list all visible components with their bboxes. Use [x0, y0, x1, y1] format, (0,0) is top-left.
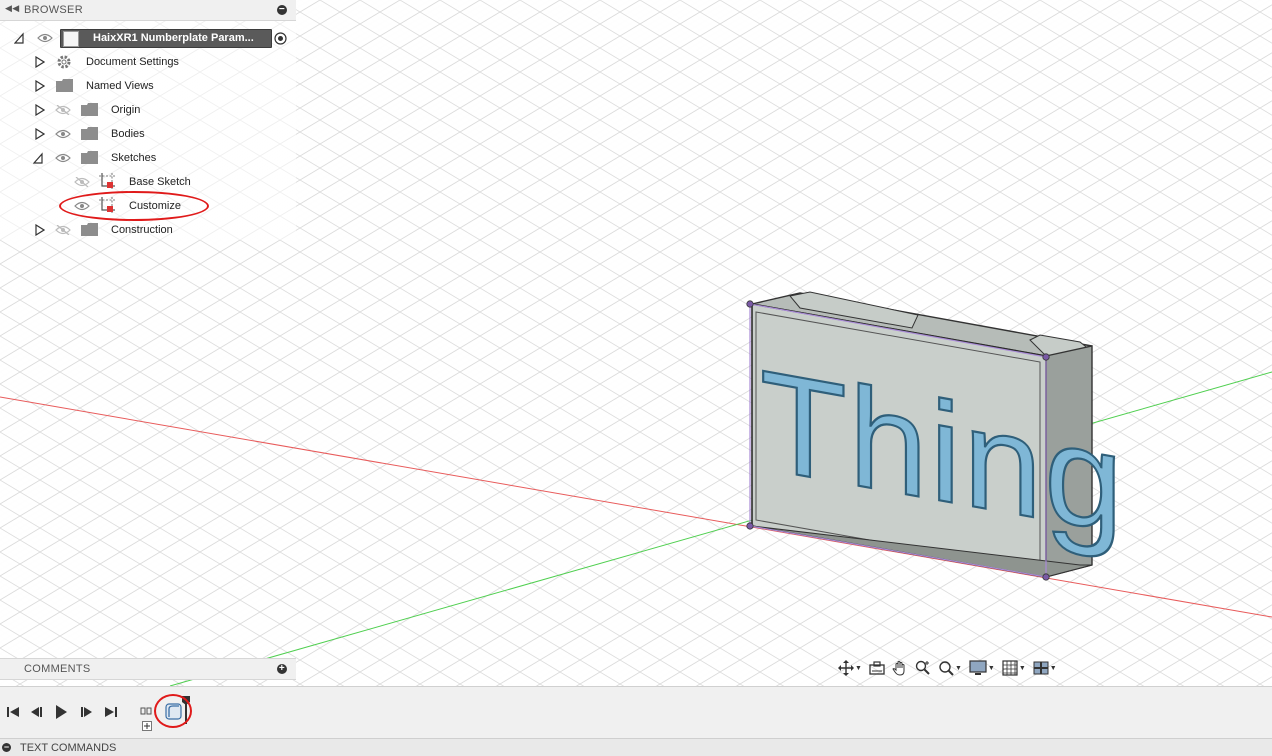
expanded-triangle-icon[interactable] [33, 152, 43, 164]
timeline-bar [0, 686, 1272, 739]
tree-item-sketches[interactable]: Sketches [111, 147, 156, 169]
collapse-icon[interactable]: ◀◀ [5, 3, 19, 14]
add-comment-icon[interactable]: + [277, 664, 287, 674]
tree-item-base-sketch[interactable]: Base Sketch [129, 171, 191, 193]
navigation-bar: ▼ ▼ ▼ ▼ ▼ [836, 656, 1076, 680]
go-to-start-icon[interactable] [5, 704, 21, 720]
folder-icon [81, 223, 98, 236]
tree-item-label: Bodies [111, 128, 145, 140]
highlight-ring [154, 694, 192, 728]
comments-title: COMMENTS [24, 663, 91, 675]
root-component-label: HaixXR1 Numberplate Param... [93, 32, 254, 44]
tree-item-bodies[interactable]: Bodies [111, 123, 145, 145]
root-component-row[interactable]: HaixXR1 Numberplate Param... [60, 29, 272, 48]
tree-item-label: Construction [111, 224, 173, 236]
text-commands-bar: − TEXT COMMANDS [0, 738, 1272, 756]
expanded-triangle-icon[interactable] [14, 32, 24, 44]
browser-header: ◀◀ BROWSER − [0, 0, 296, 21]
group-icon [140, 707, 152, 715]
eye-icon[interactable] [37, 33, 53, 43]
tree-item-label: Origin [111, 104, 141, 116]
collapsed-triangle-icon[interactable] [35, 104, 45, 116]
tree-item-origin[interactable]: Origin [111, 99, 140, 121]
display-settings-icon[interactable]: ▼ [967, 657, 997, 679]
folder-icon [81, 127, 98, 140]
go-to-end-icon[interactable] [103, 704, 119, 720]
minimize-icon[interactable]: − [277, 5, 287, 15]
minimize-icon[interactable]: − [2, 743, 11, 752]
grid-icon[interactable]: ▼ [1000, 657, 1028, 679]
step-forward-icon[interactable] [78, 704, 94, 720]
sketch-icon [99, 173, 115, 189]
folder-icon [56, 79, 73, 92]
tree-item-label: Base Sketch [129, 176, 191, 188]
eye-hidden-icon[interactable] [55, 225, 71, 235]
tree-item-label: Document Settings [86, 56, 179, 68]
tree-item-named-views[interactable]: Named Views [86, 75, 154, 97]
collapsed-triangle-icon[interactable] [35, 128, 45, 140]
play-icon[interactable] [53, 704, 69, 720]
eye-hidden-icon[interactable] [74, 177, 90, 187]
comments-panel: COMMENTS + [0, 658, 296, 680]
collapsed-triangle-icon[interactable] [35, 56, 45, 68]
tree-item-document-settings[interactable]: Document Settings [86, 51, 179, 73]
expand-plus-icon[interactable] [142, 721, 152, 731]
activate-radio-icon[interactable] [274, 32, 287, 45]
orbit-icon[interactable]: ▼ [836, 657, 864, 679]
step-back-icon[interactable] [29, 704, 45, 720]
viewports-icon[interactable]: ▼ [1031, 657, 1059, 679]
collapsed-triangle-icon[interactable] [35, 80, 45, 92]
text-commands-title: TEXT COMMANDS [20, 742, 117, 754]
eye-hidden-icon[interactable] [55, 105, 71, 115]
folder-icon [81, 151, 98, 164]
pan-icon[interactable] [890, 657, 910, 679]
tree-item-construction[interactable]: Construction [111, 219, 173, 241]
look-at-icon[interactable] [867, 657, 887, 679]
tree-item-label: Sketches [111, 152, 157, 164]
component-icon [63, 31, 79, 47]
collapsed-triangle-icon[interactable] [35, 224, 45, 236]
fit-icon[interactable]: ▼ [936, 657, 964, 679]
folder-icon [81, 103, 98, 116]
eye-icon[interactable] [55, 129, 71, 139]
gear-icon [57, 55, 71, 69]
browser-panel: ◀◀ BROWSER − HaixXR1 Numberplate Param..… [0, 0, 296, 240]
highlight-ring [59, 191, 209, 221]
eye-icon[interactable] [55, 153, 71, 163]
browser-title: BROWSER [24, 4, 83, 16]
tree-item-label: Named Views [86, 80, 154, 92]
zoom-icon[interactable] [913, 657, 933, 679]
